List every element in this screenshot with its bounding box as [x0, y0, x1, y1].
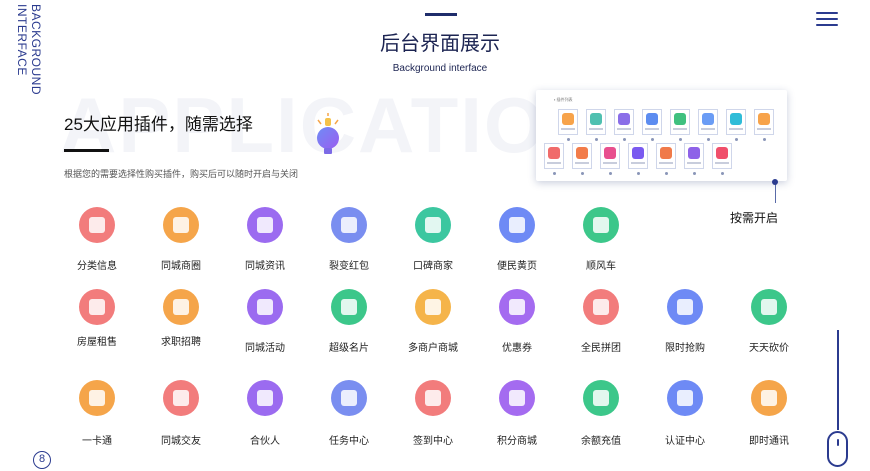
- app-plugin-item[interactable]: 任务中心: [307, 380, 391, 450]
- app-plugin-item[interactable]: 即时通讯: [727, 380, 811, 450]
- app-plugin-icon: [415, 289, 451, 325]
- app-plugin-label: 即时通讯: [749, 436, 789, 447]
- app-plugin-label: 同城商圈: [161, 261, 201, 272]
- app-plugin-label: 求职招聘: [161, 337, 201, 348]
- app-plugin-item[interactable]: 余额充值: [559, 380, 643, 450]
- app-plugin-label: 余额充值: [581, 436, 621, 447]
- app-plugin-label: 多商户商城: [408, 343, 458, 354]
- app-plugin-label: 合伙人: [250, 436, 280, 447]
- app-plugin-label: 顺风车: [586, 261, 616, 272]
- app-plugin-item[interactable]: 同城商圈: [139, 207, 223, 277]
- app-plugin-item[interactable]: 限时抢购: [643, 289, 727, 359]
- app-plugin-icon: [79, 289, 115, 325]
- app-plugin-icon: [499, 289, 535, 325]
- app-plugin-label: 全民拼团: [581, 343, 621, 354]
- app-plugin-label: 同城交友: [161, 436, 201, 447]
- app-plugin-label: 口碑商家: [413, 261, 453, 272]
- app-plugin-item[interactable]: 分类信息: [55, 207, 139, 277]
- app-plugin-item[interactable]: 多商户商城: [391, 289, 475, 359]
- scroll-indicator-line: [837, 330, 839, 430]
- app-plugin-label: 分类信息: [77, 261, 117, 272]
- app-plugin-icon: [331, 207, 367, 243]
- app-plugin-item[interactable]: 裂变红包: [307, 207, 391, 277]
- app-plugin-icon: [163, 380, 199, 416]
- app-plugin-icon: [331, 380, 367, 416]
- app-plugin-icon: [583, 207, 619, 243]
- app-plugin-icon: [499, 380, 535, 416]
- app-plugin-label: 便民黄页: [497, 261, 537, 272]
- app-plugin-label: 认证中心: [665, 436, 705, 447]
- app-plugin-icon: [583, 289, 619, 325]
- app-plugin-label: 同城资讯: [245, 261, 285, 272]
- app-plugin-label: 一卡通: [82, 436, 112, 447]
- app-plugin-item[interactable]: 同城活动: [223, 289, 307, 359]
- app-plugin-item[interactable]: 签到中心: [391, 380, 475, 450]
- app-plugin-item[interactable]: 顺风车: [559, 207, 643, 277]
- app-plugin-icon: [79, 380, 115, 416]
- app-plugin-item[interactable]: 房屋租售: [55, 289, 139, 359]
- app-plugin-icon: [415, 380, 451, 416]
- app-plugin-item[interactable]: 同城资讯: [223, 207, 307, 277]
- app-plugin-label: 任务中心: [329, 436, 369, 447]
- app-plugin-label: 天天砍价: [749, 343, 789, 354]
- scroll-mouse-icon[interactable]: [827, 431, 848, 467]
- app-plugin-item[interactable]: 合伙人: [223, 380, 307, 450]
- app-plugin-item[interactable]: 积分商城: [475, 380, 559, 450]
- app-plugin-item[interactable]: 同城交友: [139, 380, 223, 450]
- app-plugin-item[interactable]: 天天砍价: [727, 289, 811, 359]
- app-plugin-label: 签到中心: [413, 436, 453, 447]
- app-plugin-icon: [667, 380, 703, 416]
- app-plugin-label: 同城活动: [245, 343, 285, 354]
- app-plugin-icon: [247, 207, 283, 243]
- app-plugin-item[interactable]: 求职招聘: [139, 289, 223, 359]
- app-plugin-icon: [247, 289, 283, 325]
- app-plugin-icon: [751, 289, 787, 325]
- app-plugin-item[interactable]: 一卡通: [55, 380, 139, 450]
- app-plugin-item[interactable]: 超级名片: [307, 289, 391, 359]
- app-plugin-label: 限时抢购: [665, 343, 705, 354]
- app-plugin-icon: [163, 289, 199, 325]
- app-plugin-item[interactable]: 认证中心: [643, 380, 727, 450]
- app-plugin-label: 积分商城: [497, 436, 537, 447]
- app-plugin-label: 优惠券: [502, 343, 532, 354]
- app-plugin-icon: [583, 380, 619, 416]
- app-plugin-item[interactable]: 口碑商家: [391, 207, 475, 277]
- app-plugin-icon: [499, 207, 535, 243]
- page-number: 8: [33, 451, 51, 469]
- app-plugin-icon: [247, 380, 283, 416]
- app-plugin-item[interactable]: 优惠券: [475, 289, 559, 359]
- app-plugin-label: 超级名片: [329, 343, 369, 354]
- app-plugin-label: 房屋租售: [77, 337, 117, 348]
- app-plugin-icon: [667, 289, 703, 325]
- app-plugin-icon: [751, 380, 787, 416]
- app-plugin-item[interactable]: 便民黄页: [475, 207, 559, 277]
- app-plugin-grid: 分类信息 同城商圈 同城资讯 裂变红包 口碑商家 便民黄页 顺风车房屋租售 求职招聘同城活动 超…: [0, 0, 870, 471]
- app-plugin-icon: [163, 207, 199, 243]
- app-plugin-icon: [79, 207, 115, 243]
- app-plugin-icon: [331, 289, 367, 325]
- app-plugin-label: 裂变红包: [329, 261, 369, 272]
- app-plugin-icon: [415, 207, 451, 243]
- app-plugin-item[interactable]: 全民拼团: [559, 289, 643, 359]
